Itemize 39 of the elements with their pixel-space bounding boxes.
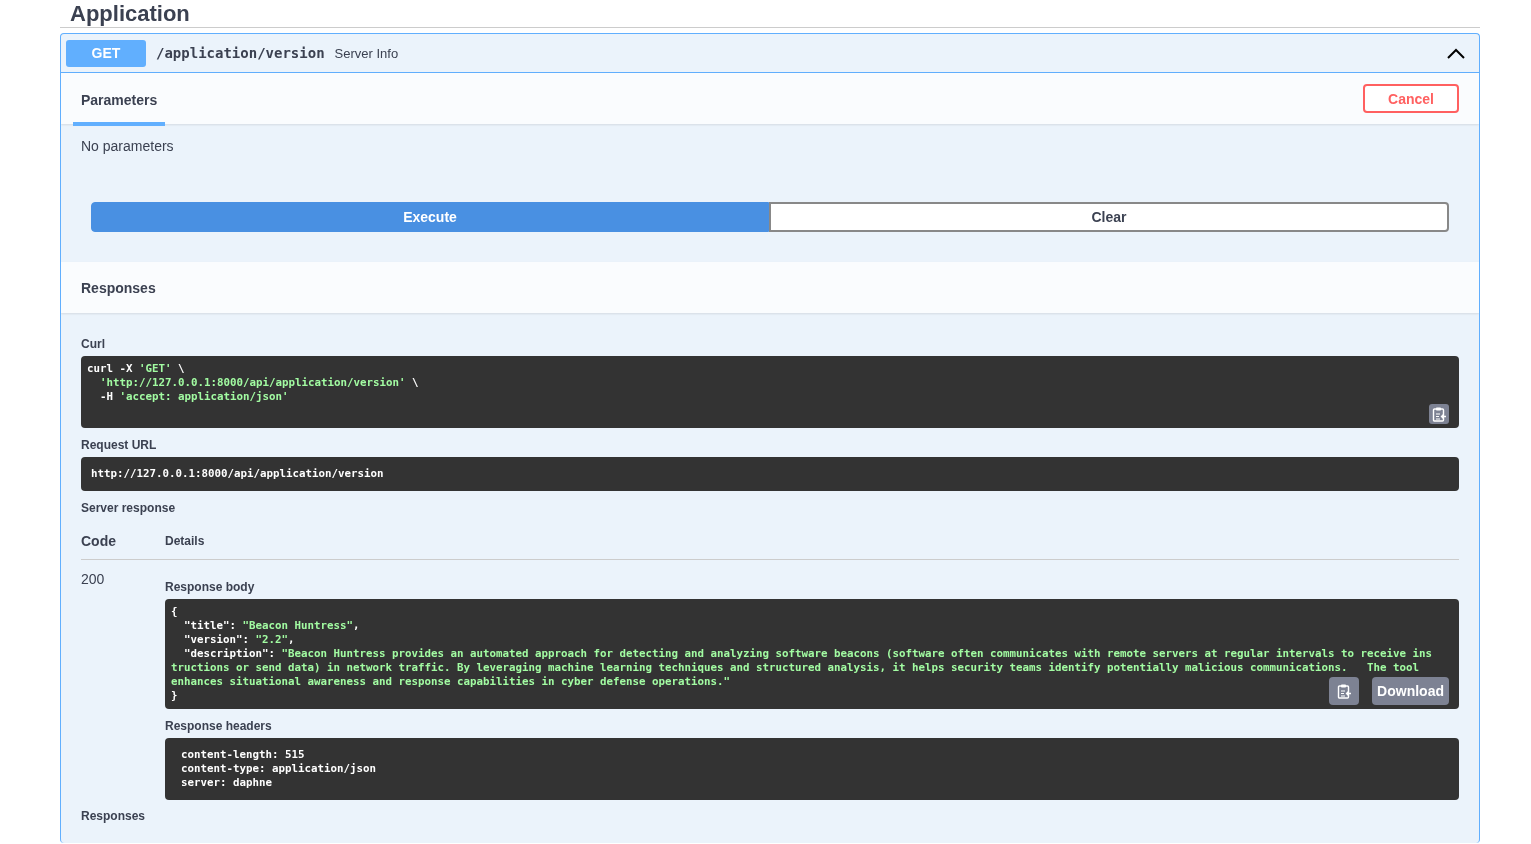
field-label: Curl [81,337,106,351]
code-line: http://127.0.0.1:8000/api/application/version [91,467,384,481]
code-line: "version": "2.2", [183,633,295,647]
code-line: tructions or send data) in network traffic. By leveraging machine learning techniques and structured analysis, it helps security teams identify potentially malicious communications. The tool [171,661,1420,675]
method-badge: GET [66,39,146,67]
code-line: } [171,689,178,703]
code-line: content-type: application/json [181,762,376,776]
endpoint-summary: Server Info [334,45,400,61]
column-header: Details [165,534,205,548]
code-line: 'http://127.0.0.1:8000/api/application/version' \ [99,376,419,390]
clipboard-icon [1336,683,1352,699]
parameters-tab[interactable]: Parameters [73,75,166,126]
code-line: -H 'accept: application/json' [99,390,289,404]
execute-button[interactable]: Execute [91,202,769,232]
code-line: enhances situational awareness and response capabilities in cyber defense operations." [171,675,731,689]
code-line: "description": "Beacon Huntress provides an automated approach for detecting and analyzing software beacons (software often communicates with remote servers at regular intervals to receive ins [183,647,1433,661]
responses-heading: Responses [81,279,156,296]
status-code: 200 [81,571,106,589]
column-header: Code [81,533,117,549]
field-label: Response body [165,580,256,594]
no-parameters-text: No parameters [81,138,174,154]
code-line: "title": "Beacon Huntress", [183,619,360,633]
copy-button[interactable] [1329,677,1359,705]
clear-button[interactable]: Clear [769,202,1449,232]
chevron-up-icon[interactable] [1446,46,1466,60]
download-button[interactable]: Download [1372,677,1449,705]
field-label: Response headers [165,719,273,733]
field-label: Request URL [81,438,158,452]
field-label: Server response [81,501,177,515]
copy-button[interactable] [1429,404,1449,424]
code-line: server: daphne [181,776,272,790]
section-title: Application [70,0,190,27]
code-line: curl -X 'GET' \ [87,362,185,376]
cancel-button[interactable]: Cancel [1363,84,1459,113]
responses-label: Responses [81,809,147,823]
code-line: content-length: 515 [181,748,305,762]
endpoint-path: /application/version [156,45,325,61]
clipboard-icon [1431,406,1447,422]
code-line: { [171,605,178,619]
